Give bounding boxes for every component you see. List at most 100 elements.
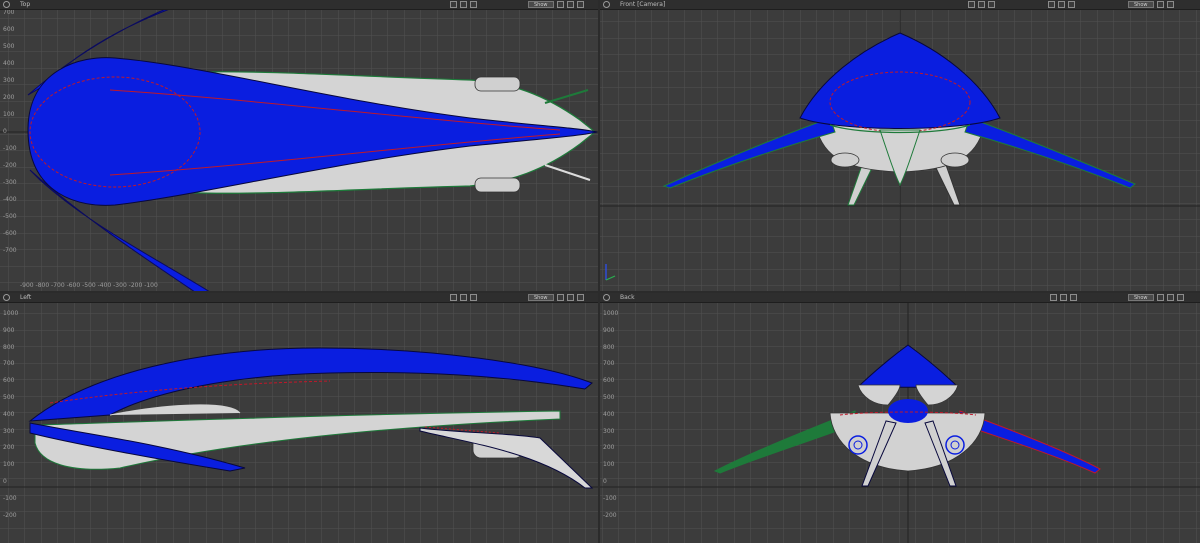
ruler-tick-label: 100 [3,461,15,469]
ruler-tick-label: 500 [3,394,15,401]
left-view-scene [0,302,598,543]
maximize-icon[interactable] [576,1,584,8]
viewport-left[interactable]: Left Show 1000 900 800 700 600 500 400 300 200 10… [0,293,598,543]
front-view-scene [600,9,1200,291]
view-tools [968,0,995,9]
ruler-tick-label: 0 [3,478,7,485]
viewport-title: Top [20,1,31,8]
display-tools: Show [528,0,584,9]
ruler-tick-label: 200 [603,444,615,452]
ruler-tick-label: 500 [603,394,615,401]
show-button[interactable]: Show [528,294,554,301]
vertical-ruler: 1000 900 800 700 600 500 400 300 200 100 0 -100 -200 [600,302,620,543]
ruler-tick-label: 700 [3,9,15,16]
vertical-ruler: 700 600 500 400 300 200 100 0 -100 -200 -300 -400 -5… [0,9,20,291]
pan-icon[interactable] [460,1,467,8]
viewport-menu-icon[interactable] [3,1,10,8]
axis-gizmo-icon [602,262,616,286]
ruler-tick-label: -100 [603,494,617,502]
engine-upper [474,76,521,92]
ruler-tick-label: 600 [603,377,615,385]
viewport-menu-icon[interactable] [603,1,610,8]
engine-lower [474,177,521,193]
viewport-title: Front [Camera] [620,1,666,8]
maximize-icon[interactable] [1166,1,1174,8]
ruler-tick-label: 200 [3,444,15,452]
ruler-tick-label: -200 [603,511,617,519]
camera-icon[interactable] [1048,1,1055,8]
show-button[interactable]: Show [1128,1,1154,8]
viewport-header: Back Show [600,293,1200,303]
split-icon[interactable] [1166,294,1174,301]
viewport-menu-icon[interactable] [603,294,610,301]
view-tools [450,293,477,302]
engine-left [848,435,868,455]
viewport-header: Top Show [0,0,598,10]
ruler-tick-label: 300 [3,427,15,435]
ruler-tick-label: 1000 [3,310,19,317]
ruler-tick-label: 800 [603,343,615,351]
view-tools [450,0,477,9]
layout-icon[interactable] [556,1,564,8]
viewport-back[interactable]: Back Show 1000 900 800 700 600 500 400 300 200 10… [600,293,1200,543]
pan-icon[interactable] [978,1,985,8]
layout-icon[interactable] [1156,1,1164,8]
ruler-tick-label: 0 [603,478,607,485]
maximize-icon[interactable] [1176,294,1184,301]
zoom-icon[interactable] [450,1,457,8]
ruler-tick-label: -400 [3,196,17,203]
zoom-icon[interactable] [450,294,457,301]
ruler-tick-label: -100 [3,145,17,152]
viewport-title: Left [20,294,32,301]
ruler-tick-label: 700 [3,360,15,368]
ruler-tick-label: 0 [3,128,7,135]
light-icon[interactable] [1058,1,1065,8]
orbit-icon[interactable] [988,1,995,8]
pan-icon[interactable] [460,294,467,301]
move-icon[interactable] [1070,294,1077,301]
vertical-ruler: 1000 900 800 700 600 500 400 300 200 100 0 -100 -200 [0,302,20,543]
maximize-icon[interactable] [576,294,584,301]
render-icon[interactable] [1068,1,1075,8]
horizontal-ruler: -900 -800 -700 -600 -500 -400 -300 -200 … [20,282,158,289]
show-button[interactable]: Show [1128,294,1154,301]
viewport-header: Left Show [0,293,598,303]
engine-right [945,435,965,455]
move-icon[interactable] [470,1,477,8]
zoom-icon[interactable] [968,1,975,8]
ruler-tick-label: -600 [3,230,17,237]
split-icon[interactable] [566,294,574,301]
ruler-tick-label: 100 [603,461,615,469]
ruler-tick-label: -500 [3,213,17,220]
display-tools-2: Show [1128,0,1174,9]
ruler-tick-label: 200 [3,94,15,101]
ruler-tick-label: 700 [603,360,615,368]
ruler-tick-label: 100 [3,111,15,118]
viewport-title: Back [620,294,635,301]
pan-icon[interactable] [1060,294,1067,301]
ruler-tick-label: -100 [3,494,17,502]
ruler-tick-label: -700 [3,247,17,254]
viewport-menu-icon[interactable] [3,294,10,301]
layout-icon[interactable] [1156,294,1164,301]
zoom-icon[interactable] [1050,294,1057,301]
top-view-scene [0,0,598,291]
ruler-tick-label: 400 [603,410,615,418]
ruler-tick-label: 900 [603,326,615,334]
ruler-tick-label: 300 [603,427,615,435]
move-icon[interactable] [470,294,477,301]
ruler-tick-label: 400 [3,410,15,418]
ruler-tick-label: -200 [3,511,17,519]
display-tools: Show [1128,293,1184,302]
ruler-tick-label: 600 [3,26,15,33]
viewport-front[interactable]: Front [Camera] Show [600,0,1200,291]
layout-icon[interactable] [556,294,564,301]
view-tools [1050,293,1077,302]
back-view-scene [600,302,1200,543]
ruler-tick-label: 600 [3,377,15,385]
viewport-top[interactable]: Top Show 700 600 500 400 300 200 100 0 -100 -200 -… [0,0,598,291]
split-icon[interactable] [566,1,574,8]
show-button[interactable]: Show [528,1,554,8]
ruler-tick-label: 900 [3,326,15,334]
ruler-tick-label: 400 [3,60,15,67]
